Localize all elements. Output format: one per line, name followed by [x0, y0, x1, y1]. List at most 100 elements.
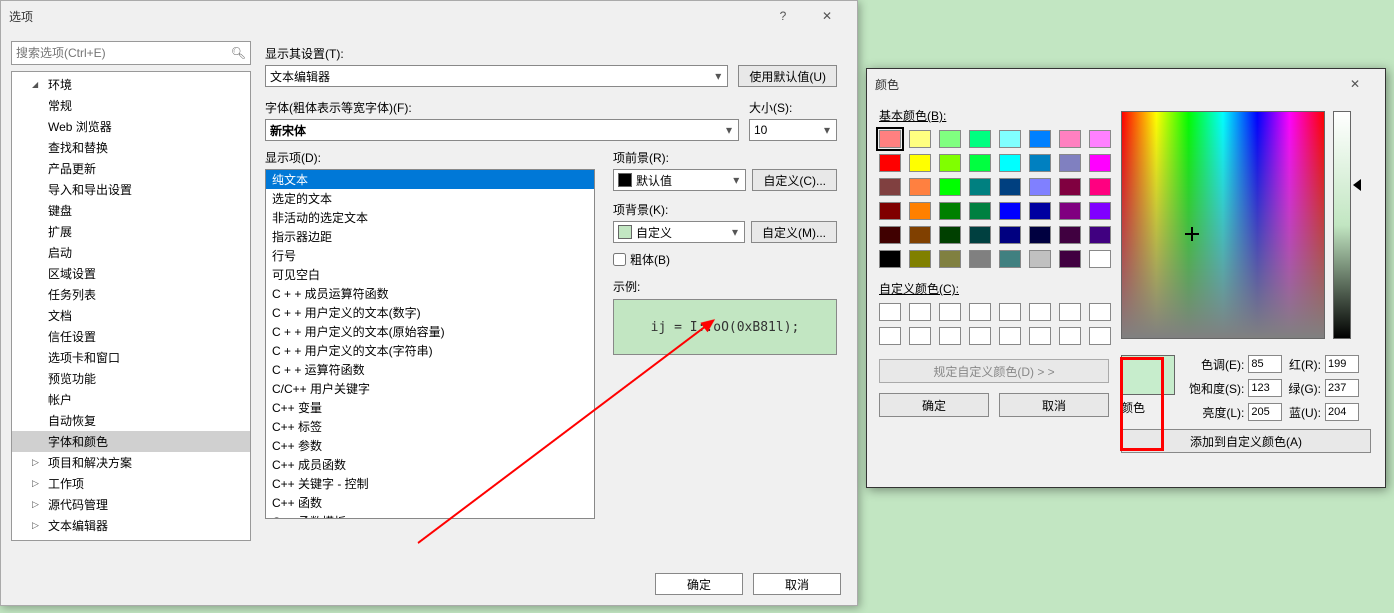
basic-color-swatch[interactable] [1029, 202, 1051, 220]
custom-color-swatch[interactable] [1029, 327, 1051, 345]
display-item[interactable]: 指示器边距 [266, 227, 594, 246]
display-items-listbox[interactable]: 纯文本选定的文本非活动的选定文本指示器边距行号可见空白C + + 成员运算符函数… [265, 169, 595, 519]
custom-color-swatch[interactable] [909, 327, 931, 345]
use-defaults-button[interactable]: 使用默认值(U) [738, 65, 837, 87]
custom-color-swatch[interactable] [1029, 303, 1051, 321]
tree-item[interactable]: 信任设置 [12, 326, 250, 347]
basic-color-swatch[interactable] [999, 130, 1021, 148]
display-item[interactable]: 非活动的选定文本 [266, 208, 594, 227]
basic-color-swatch[interactable] [999, 154, 1021, 172]
tree-env[interactable]: 环境 [12, 74, 250, 95]
basic-color-swatch[interactable] [969, 202, 991, 220]
custom-fg-button[interactable]: 自定义(C)... [752, 169, 837, 191]
custom-color-swatch[interactable] [879, 303, 901, 321]
item-fg-dropdown[interactable]: 默认值 [613, 169, 746, 191]
tree-item-fonts-colors[interactable]: 字体和颜色 [12, 431, 250, 452]
custom-bg-button[interactable]: 自定义(M)... [751, 221, 837, 243]
sat-input[interactable] [1248, 379, 1282, 397]
tree-item[interactable]: 工作项 [12, 473, 250, 494]
display-item[interactable]: C + + 用户定义的文本(数字) [266, 303, 594, 322]
basic-color-swatch[interactable] [1089, 130, 1111, 148]
red-input[interactable] [1325, 355, 1359, 373]
tree-item[interactable]: 调试 [12, 536, 250, 541]
basic-color-swatch[interactable] [1059, 226, 1081, 244]
basic-color-swatch[interactable] [1029, 154, 1051, 172]
green-input[interactable] [1325, 379, 1359, 397]
basic-color-swatch[interactable] [879, 202, 901, 220]
basic-color-swatch[interactable] [1029, 178, 1051, 196]
color-ok-button[interactable]: 确定 [879, 393, 989, 417]
tree-item[interactable]: 常规 [12, 95, 250, 116]
font-dropdown[interactable]: 新宋体 [265, 119, 739, 141]
tree-item[interactable]: 源代码管理 [12, 494, 250, 515]
custom-color-swatch[interactable] [909, 303, 931, 321]
tree-item[interactable]: 预览功能 [12, 368, 250, 389]
display-item[interactable]: C/C++ 用户关键字 [266, 379, 594, 398]
basic-color-swatch[interactable] [969, 154, 991, 172]
basic-color-swatch[interactable] [879, 178, 901, 196]
basic-color-swatch[interactable] [1029, 250, 1051, 268]
display-item[interactable]: C + + 用户定义的文本(原始容量) [266, 322, 594, 341]
tree-item[interactable]: 产品更新 [12, 158, 250, 179]
basic-color-swatch[interactable] [1059, 178, 1081, 196]
custom-color-swatch[interactable] [939, 303, 961, 321]
basic-color-swatch[interactable] [909, 202, 931, 220]
bold-checkbox[interactable] [613, 253, 626, 266]
display-item[interactable]: 纯文本 [266, 170, 594, 189]
tree-item[interactable]: Web 浏览器 [12, 116, 250, 137]
tree-item[interactable]: 任务列表 [12, 284, 250, 305]
custom-color-swatch[interactable] [999, 327, 1021, 345]
color-spectrum[interactable] [1121, 111, 1325, 339]
basic-color-swatch[interactable] [969, 178, 991, 196]
basic-color-swatch[interactable] [1059, 250, 1081, 268]
basic-color-swatch[interactable] [999, 202, 1021, 220]
tree-item[interactable]: 键盘 [12, 200, 250, 221]
basic-color-swatch[interactable] [969, 226, 991, 244]
basic-color-swatch[interactable] [999, 226, 1021, 244]
tree-item[interactable]: 启动 [12, 242, 250, 263]
display-item[interactable]: C++ 函数模板 [266, 512, 594, 519]
tree-item[interactable]: 导入和导出设置 [12, 179, 250, 200]
basic-color-swatch[interactable] [939, 250, 961, 268]
blue-input[interactable] [1325, 403, 1359, 421]
basic-color-swatch[interactable] [1059, 130, 1081, 148]
custom-color-swatch[interactable] [999, 303, 1021, 321]
display-item[interactable]: C++ 成员函数 [266, 455, 594, 474]
ok-button[interactable]: 确定 [655, 573, 743, 595]
show-settings-dropdown[interactable]: 文本编辑器 [265, 65, 728, 87]
color-close-button[interactable]: ✕ [1333, 70, 1377, 98]
display-item[interactable]: C + + 用户定义的文本(字符串) [266, 341, 594, 360]
basic-color-swatch[interactable] [1089, 226, 1111, 244]
tree-item[interactable]: 查找和替换 [12, 137, 250, 158]
basic-color-swatch[interactable] [909, 154, 931, 172]
basic-color-swatch[interactable] [879, 154, 901, 172]
basic-color-swatch[interactable] [1089, 202, 1111, 220]
basic-color-swatch[interactable] [999, 250, 1021, 268]
display-item[interactable]: C + + 运算符函数 [266, 360, 594, 379]
display-item[interactable]: 选定的文本 [266, 189, 594, 208]
basic-color-swatch[interactable] [909, 226, 931, 244]
close-button[interactable]: ✕ [805, 2, 849, 30]
basic-color-swatch[interactable] [909, 178, 931, 196]
lum-input[interactable] [1248, 403, 1282, 421]
display-item[interactable]: 行号 [266, 246, 594, 265]
basic-color-swatch[interactable] [909, 250, 931, 268]
display-item[interactable]: C++ 变量 [266, 398, 594, 417]
custom-color-swatch[interactable] [1059, 303, 1081, 321]
display-item[interactable]: C++ 关键字 - 控制 [266, 474, 594, 493]
basic-color-swatch[interactable] [969, 250, 991, 268]
basic-color-swatch[interactable] [1089, 154, 1111, 172]
display-item[interactable]: C++ 函数 [266, 493, 594, 512]
basic-color-swatch[interactable] [1029, 130, 1051, 148]
custom-color-swatch[interactable] [969, 327, 991, 345]
color-cancel-button[interactable]: 取消 [999, 393, 1109, 417]
size-dropdown[interactable]: 10 [749, 119, 837, 141]
tree-item[interactable]: 文档 [12, 305, 250, 326]
basic-color-swatch[interactable] [1089, 178, 1111, 196]
basic-color-swatch[interactable] [999, 178, 1021, 196]
cancel-button[interactable]: 取消 [753, 573, 841, 595]
custom-color-swatch[interactable] [1089, 327, 1111, 345]
basic-color-swatch[interactable] [1059, 202, 1081, 220]
custom-color-swatch[interactable] [879, 327, 901, 345]
custom-color-swatch[interactable] [939, 327, 961, 345]
